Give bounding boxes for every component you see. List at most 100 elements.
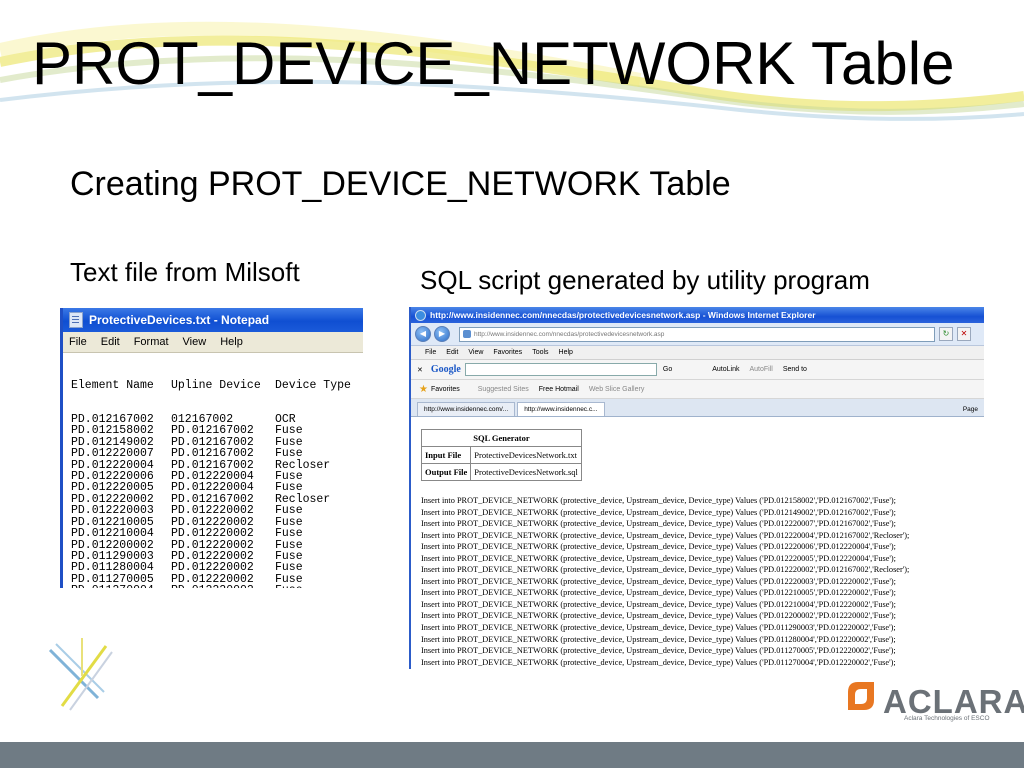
favorites-button[interactable]: Favorites <box>431 386 460 393</box>
aclara-logo-icon <box>848 682 874 710</box>
notepad-text-area[interactable]: Element Name Upline Device Device Type P… <box>63 353 363 588</box>
sql-insert-line: Insert into PROT_DEVICE_NETWORK (protect… <box>421 565 910 575</box>
decorative-star-logo-icon <box>48 638 113 711</box>
notepad-menu-format[interactable]: Format <box>134 336 169 348</box>
notepad-cell: Fuse <box>275 447 303 461</box>
notepad-window: ProtectiveDevices.txt - Notepad File Edi… <box>60 308 363 588</box>
browser-menu-favorites[interactable]: Favorites <box>493 349 522 356</box>
autolink-button[interactable]: AutoLink <box>712 366 739 373</box>
notepad-menubar: File Edit Format View Help <box>63 332 363 353</box>
notepad-title: ProtectiveDevices.txt - Notepad <box>89 313 270 327</box>
web-slice-gallery-link[interactable]: Web Slice Gallery <box>589 386 645 393</box>
column-header: Device Type <box>275 378 351 392</box>
favorites-bar: ★ Favorites Suggested Sites Free Hotmail… <box>411 380 984 399</box>
sql-insert-line: Insert into PROT_DEVICE_NETWORK (protect… <box>421 519 896 529</box>
notepad-row: PD.012220007 PD.012167002 Fuse <box>71 447 363 461</box>
aclara-tagline: Aclara Technologies of ESCO <box>904 715 990 722</box>
notepad-menu-view[interactable]: View <box>183 336 207 348</box>
notepad-cell: PD.012220002 <box>171 561 254 575</box>
input-file-value: ProtectiveDevicesNetwork.txt <box>470 446 582 464</box>
notepad-titlebar: ProtectiveDevices.txt - Notepad <box>63 308 363 332</box>
notepad-row: PD.011270004PD.012220002Fuse <box>71 585 363 588</box>
sql-insert-line: Insert into PROT_DEVICE_NETWORK (protect… <box>421 576 896 586</box>
sql-insert-line: Insert into PROT_DEVICE_NETWORK (protect… <box>421 530 910 540</box>
notepad-menu-edit[interactable]: Edit <box>101 336 120 348</box>
notepad-cell: PD.012220002 <box>171 527 254 541</box>
notepad-row: PD.011280004 PD.012220002 Fuse <box>71 561 363 575</box>
slide-subtitle: Creating PROT_DEVICE_NETWORK Table <box>70 165 731 203</box>
page-menu-button[interactable]: Page <box>963 403 984 416</box>
column-header: Element Name <box>71 378 154 392</box>
notepad-row: PD.012220003 PD.012220002 Fuse <box>71 504 363 518</box>
browser-menubar: File Edit View Favorites Tools Help <box>411 346 984 360</box>
autofill-button[interactable]: AutoFill <box>749 366 772 373</box>
google-logo: Google <box>430 364 461 375</box>
output-file-label: Output File <box>420 463 472 481</box>
sql-insert-line: Insert into PROT_DEVICE_NETWORK (protect… <box>421 599 896 609</box>
notepad-cell: PD.012220002 <box>171 504 254 518</box>
sql-generator-heading: SQL Generator <box>421 429 582 447</box>
notepad-cell: Fuse <box>275 561 303 575</box>
favorites-star-icon: ★ <box>419 383 428 395</box>
notepad-cell: PD.012220003 <box>71 504 154 518</box>
browser-titlebar: http://www.insidennec.com/nnecdas/protec… <box>411 307 984 323</box>
browser-tab-strip: http://www.insidennec.com/... http://www… <box>411 399 984 417</box>
go-button[interactable]: Go <box>663 366 672 373</box>
sql-insert-line: Insert into PROT_DEVICE_NETWORK (protect… <box>421 542 896 552</box>
suggested-sites-link[interactable]: Suggested Sites <box>478 386 529 393</box>
slide-title: PROT_DEVICE_NETWORK Table <box>32 30 955 97</box>
google-toolbar: ✕ Google Go AutoLink AutoFill Send to <box>411 360 984 380</box>
browser-nav-bar: ◀ ▶ http://www.insidennec.com/nnecdas/pr… <box>411 323 984 346</box>
browser-window: http://www.insidennec.com/nnecdas/protec… <box>409 307 984 669</box>
notepad-cell: PD.012220002 <box>171 585 275 588</box>
ie-icon <box>415 309 426 321</box>
send-to-button[interactable]: Send to <box>783 366 807 373</box>
input-file-label: Input File <box>420 446 472 464</box>
browser-menu-edit[interactable]: Edit <box>446 349 458 356</box>
caption-right: SQL script generated by utility program <box>420 265 870 295</box>
sql-insert-line: Insert into PROT_DEVICE_NETWORK (protect… <box>421 611 896 621</box>
back-arrow-icon[interactable]: ◀ <box>415 326 431 342</box>
notepad-icon <box>69 312 83 328</box>
browser-tab-active[interactable]: http://www.insidennec.c... <box>517 402 605 416</box>
browser-tab[interactable]: http://www.insidennec.com/... <box>417 402 516 416</box>
sql-insert-line: Insert into PROT_DEVICE_NETWORK (protect… <box>421 623 896 633</box>
sql-generator-table: SQL Generator Input File ProtectiveDevic… <box>420 429 582 481</box>
output-file-value: ProtectiveDevicesNetwork.sql <box>470 463 582 481</box>
sql-insert-line: Insert into PROT_DEVICE_NETWORK (protect… <box>421 646 896 656</box>
stop-icon[interactable]: ✕ <box>957 327 971 341</box>
notepad-cell: Fuse <box>275 527 303 541</box>
refresh-icon[interactable]: ↻ <box>939 327 953 341</box>
notepad-cell: PD.012220007 <box>71 447 154 461</box>
google-search-input[interactable] <box>464 363 657 376</box>
sql-insert-line: Insert into PROT_DEVICE_NETWORK (protect… <box>421 634 896 644</box>
sql-insert-line: Insert into PROT_DEVICE_NETWORK (protect… <box>421 507 896 517</box>
sql-insert-line: Insert into PROT_DEVICE_NETWORK (protect… <box>421 496 896 505</box>
browser-title: http://www.insidennec.com/nnecdas/protec… <box>430 310 816 320</box>
notepad-row: PD.012210004 PD.012220002 Fuse <box>71 527 363 541</box>
sql-insert-line: Insert into PROT_DEVICE_NETWORK (protect… <box>421 553 896 563</box>
sql-insert-line: Insert into PROT_DEVICE_NETWORK (protect… <box>421 588 896 598</box>
column-header: Upline Device <box>171 378 261 392</box>
browser-menu-view[interactable]: View <box>468 349 483 356</box>
caption-left: Text file from Milsoft <box>70 257 300 287</box>
address-bar[interactable]: http://www.insidennec.com/nnecdas/protec… <box>459 326 935 342</box>
browser-menu-help[interactable]: Help <box>559 349 573 356</box>
notepad-header-row: Element Name Upline Device Device Type <box>71 378 363 392</box>
browser-menu-tools[interactable]: Tools <box>532 349 548 356</box>
browser-page-content: SQL Generator Input File ProtectiveDevic… <box>411 417 984 669</box>
notepad-cell: PD.011270004 <box>71 585 171 588</box>
free-hotmail-link[interactable]: Free Hotmail <box>539 386 579 393</box>
browser-menu-file[interactable]: File <box>425 349 436 356</box>
footer-bar <box>0 742 1024 768</box>
sql-insert-line: Insert into PROT_DEVICE_NETWORK (protect… <box>421 657 896 667</box>
notepad-menu-file[interactable]: File <box>69 336 87 348</box>
close-toolbar-icon[interactable]: ✕ <box>417 366 423 374</box>
forward-arrow-icon[interactable]: ▶ <box>434 326 450 342</box>
sql-insert-line: Insert into PROT_DEVICE_NETWORK (protect… <box>421 668 984 669</box>
notepad-cell: Fuse <box>275 585 355 588</box>
notepad-cell: PD.012167002 <box>171 447 254 461</box>
notepad-menu-help[interactable]: Help <box>220 336 243 348</box>
notepad-cell: PD.011280004 <box>71 561 154 575</box>
notepad-cell: PD.012210004 <box>71 527 154 541</box>
